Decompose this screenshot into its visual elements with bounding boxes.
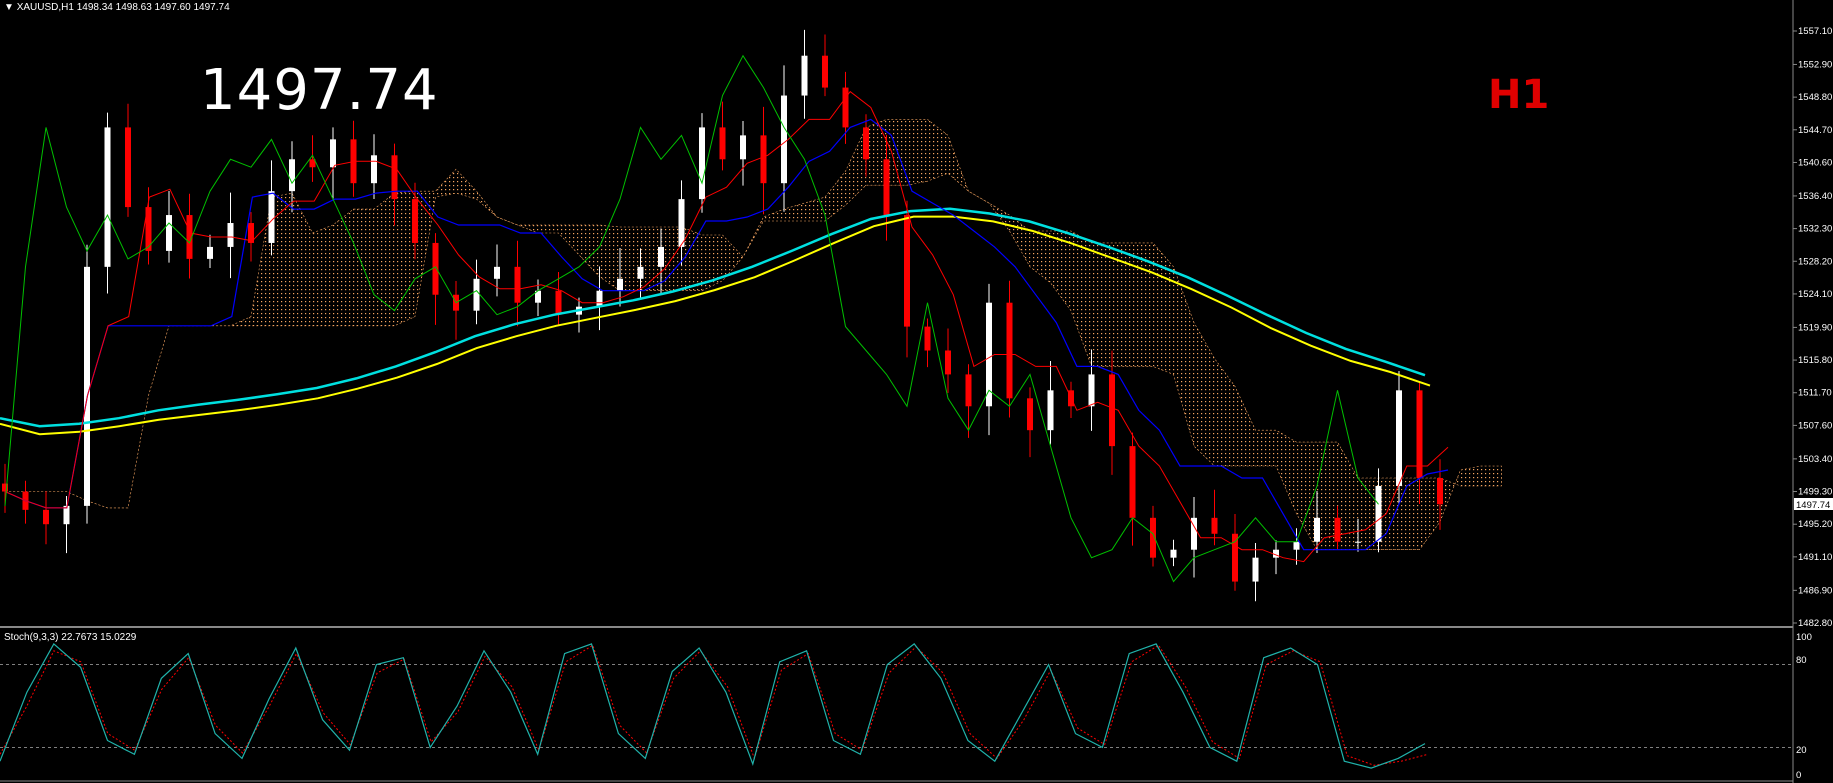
stoch-level-100: 100 [1796, 632, 1812, 643]
candle-body [43, 509, 49, 525]
symbol-info-text: XAUUSD,H1 1498.34 1498.63 1497.60 1497.7… [16, 2, 230, 13]
candle-body [740, 135, 746, 160]
price-tick-label: 1515.80 [1798, 355, 1832, 366]
candle-body [924, 326, 931, 351]
price-tick-label: 1528.20 [1798, 256, 1832, 267]
price-tick-label: 1544.70 [1798, 125, 1832, 136]
candle-body [945, 350, 951, 375]
candle-body [1211, 517, 1218, 534]
candle-body [637, 266, 644, 279]
candle-body [719, 127, 726, 160]
kijun-line [4, 118, 1449, 551]
candle-body [555, 290, 562, 315]
price-tick-label: 1557.10 [1798, 26, 1832, 37]
candle-body [125, 127, 131, 208]
stoch-level-80: 80 [1796, 655, 1807, 666]
candle-body [1006, 302, 1013, 399]
candle-body [166, 215, 172, 251]
tenkan-line [4, 90, 1449, 563]
price-axis: 1557.10 1552.90 1548.80 1544.70 1540.60 1536.… [1793, 26, 1832, 629]
price-tick-label: 1499.30 [1798, 487, 1832, 498]
stoch-main-line [0, 642, 1426, 769]
candle-body [658, 246, 664, 267]
price-tick-label: 1524.10 [1798, 289, 1832, 300]
stochastic-panel [0, 642, 1793, 769]
candle-body [1047, 390, 1054, 431]
candle-body [904, 215, 910, 327]
candle-body [1375, 485, 1382, 542]
price-tick-label: 1548.80 [1798, 92, 1832, 103]
stoch-level-0: 0 [1796, 770, 1801, 781]
candle-body [842, 87, 849, 128]
cloud-area [5, 119, 1502, 550]
symbol-info: ▼ XAUUSD,H1 1498.34 1498.63 1497.60 1497… [4, 2, 230, 13]
candle-body [84, 266, 90, 506]
candle-body [596, 290, 603, 307]
candle-body [473, 278, 480, 311]
price-tick-label: 1495.20 [1798, 519, 1832, 530]
price-tick-label: 1491.10 [1798, 552, 1832, 563]
candle-body [801, 55, 808, 96]
price-tick-label: 1507.60 [1798, 420, 1832, 431]
candle-body [330, 139, 336, 168]
candle-body [104, 127, 111, 267]
price-tick-label: 1519.90 [1798, 322, 1832, 333]
candle-body [1027, 398, 1033, 431]
candle-body [1437, 477, 1443, 505]
candle-body [514, 266, 521, 303]
candle-body [863, 127, 869, 160]
candle-body [699, 127, 705, 200]
price-tick-label: 1511.70 [1798, 388, 1832, 399]
candle-body [391, 155, 398, 200]
candle-body [760, 135, 767, 184]
candle-body [207, 246, 213, 259]
price-tick-label: 1532.30 [1798, 224, 1832, 235]
candle-body [1109, 374, 1115, 447]
triangle-icon[interactable]: ▼ [4, 2, 17, 13]
candle-body [965, 374, 972, 407]
price-tick-label: 1536.40 [1798, 191, 1832, 202]
candle-body [617, 278, 623, 291]
candle-body [1314, 517, 1320, 542]
candle-body [1293, 541, 1300, 550]
ichimoku-cloud [5, 119, 1502, 550]
candle-body [1416, 390, 1423, 478]
candle-body [1334, 517, 1341, 542]
stoch-level-20: 20 [1796, 745, 1807, 756]
candle-body [268, 191, 275, 243]
price-tick-label: 1540.60 [1798, 157, 1832, 168]
candle-body [432, 242, 439, 295]
price-tick-label: 1486.90 [1798, 585, 1832, 596]
timeframe-label: H1 [1488, 72, 1550, 118]
candle-body [1129, 446, 1136, 518]
price-tick-label: 1482.80 [1798, 618, 1832, 629]
candle-body [289, 159, 295, 192]
candle-body [227, 223, 234, 247]
candle-body [1088, 374, 1095, 407]
candle-body [1170, 549, 1177, 558]
candle-body [822, 55, 828, 88]
candle-body [494, 266, 500, 279]
price-tick-label: 1503.40 [1798, 454, 1832, 465]
candle-body [1396, 390, 1402, 486]
candle-body [63, 505, 70, 525]
stoch-info: Stoch(9,3,3) 22.7673 15.0229 [4, 632, 137, 643]
price-tick-label: 1552.90 [1798, 59, 1832, 70]
candle-body [678, 199, 685, 247]
candle-body [1252, 557, 1259, 582]
candle-body [412, 199, 418, 243]
candle-body [1355, 541, 1361, 543]
candle-body [371, 155, 377, 184]
candle-body [883, 159, 890, 216]
candle-body [781, 95, 787, 184]
big-price-label: 1497.74 [200, 58, 439, 123]
current-price-label: 1497.74 [1796, 500, 1830, 511]
